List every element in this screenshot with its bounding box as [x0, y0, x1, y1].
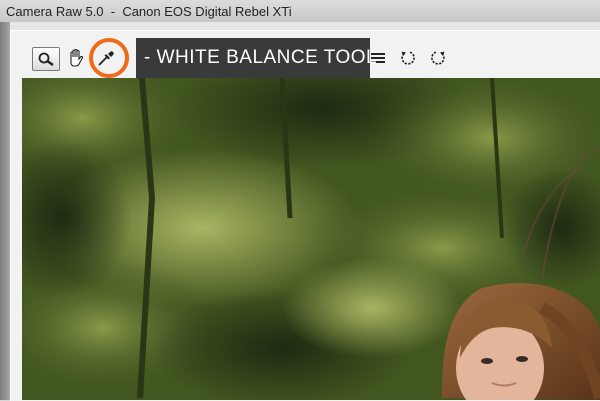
hand-icon [70, 48, 84, 67]
zoom-tool-button[interactable] [32, 47, 60, 71]
preview-photo [22, 78, 600, 400]
rotate-cw-icon [431, 51, 445, 65]
rotate-ccw-icon [401, 51, 415, 65]
hand-tool-button[interactable] [64, 46, 88, 70]
white-balance-highlight-ring [89, 38, 129, 78]
tool-callout-label: - WHITE BALANCE TOOL [136, 38, 377, 78]
window-titlebar: Camera Raw 5.0 - Canon EOS Digital Rebel… [0, 0, 600, 22]
window-title: Camera Raw 5.0 - Canon EOS Digital Rebel… [6, 4, 292, 19]
window-left-edge [0, 22, 10, 400]
image-preview[interactable] [22, 78, 600, 400]
magnifier-icon [38, 52, 54, 66]
rotate-right-button[interactable] [426, 46, 450, 70]
rotate-left-button[interactable] [396, 46, 420, 70]
